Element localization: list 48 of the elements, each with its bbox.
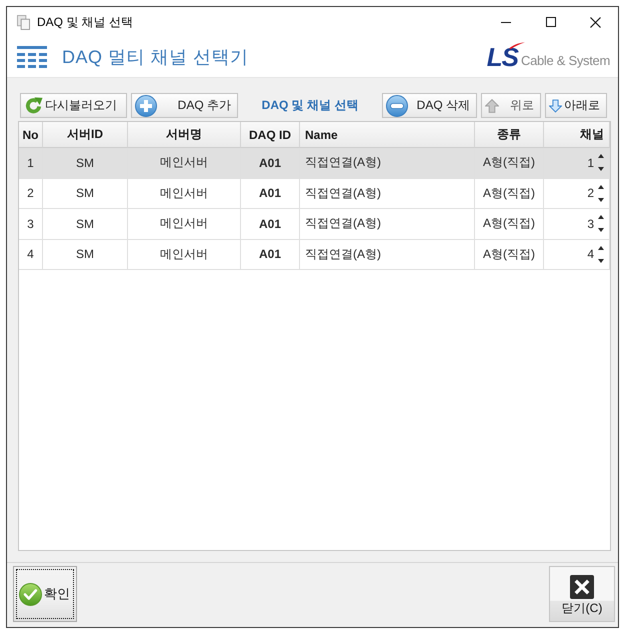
table-cell: 1 [587,156,594,170]
menu-icon [17,45,47,69]
table-row[interactable]: 4 SM 메인서버 A01 직접연결(A형) A형(직접) 4 [19,240,610,270]
table-row[interactable]: 1 SM 메인서버 A01 직접연결(A형) A형(직접) 1 [19,148,610,178]
close-dialog-button[interactable]: 닫기(C) [549,566,615,622]
header-title: DAQ 멀티 채널 선택기 [62,46,249,69]
reload-button[interactable]: 다시불러오기 [20,93,127,118]
table-cell: 4 [587,247,594,262]
maximize-icon [546,17,556,27]
table-cell: 메인서버 [128,240,241,270]
spin-arrows-icon[interactable] [598,215,604,232]
spin-arrows-icon[interactable] [598,154,604,172]
window-title: DAQ 및 채널 선택 [37,14,134,30]
table-cell: 3 [587,216,594,231]
table-row[interactable]: 2 SM 메인서버 A01 직접연결(A형) A형(직접) 2 [19,178,610,209]
down-arrow-icon [549,98,562,112]
table-cell: A형(직접) [475,240,544,270]
add-button[interactable]: DAQ 추가 [131,93,238,118]
delete-button[interactable]: DAQ 삭제 [382,93,477,118]
plus-icon [135,94,157,116]
spin-arrows-icon[interactable] [598,246,604,263]
column-header[interactable]: DAQ ID [241,122,300,148]
column-header[interactable]: 채널 [544,122,610,148]
table-cell: SM [43,240,128,270]
logo-mark: LS [486,45,518,69]
table-cell: 직접연결(A형) [300,240,475,270]
up-arrow-icon [485,98,499,112]
section-caption: DAQ 및 채널 선택 [260,97,360,114]
column-header[interactable]: 서버명 [128,122,241,148]
check-icon [19,582,42,606]
spin-arrows-icon[interactable] [598,184,604,202]
refresh-icon [24,96,43,115]
table-row[interactable]: 3 SM 메인서버 A01 직접연결(A형) A형(직접) 3 [19,209,610,240]
minus-icon [386,94,408,116]
column-header[interactable]: 종류 [475,122,544,148]
table-cell: A01 [241,240,300,270]
close-icon [570,575,594,599]
confirm-button[interactable]: 확인 [13,566,77,622]
move-down-button[interactable]: 아래로 [545,93,607,118]
documents-icon [17,14,30,30]
logo-text: Cable & System [520,53,610,69]
table-cell: 4 [19,240,43,270]
column-header[interactable]: 서버ID [43,122,128,148]
column-header[interactable]: No [19,122,43,148]
close-icon [590,16,601,28]
column-header[interactable]: Name [300,122,475,148]
table-cell: 2 [587,186,594,200]
swoosh-icon [508,42,525,49]
